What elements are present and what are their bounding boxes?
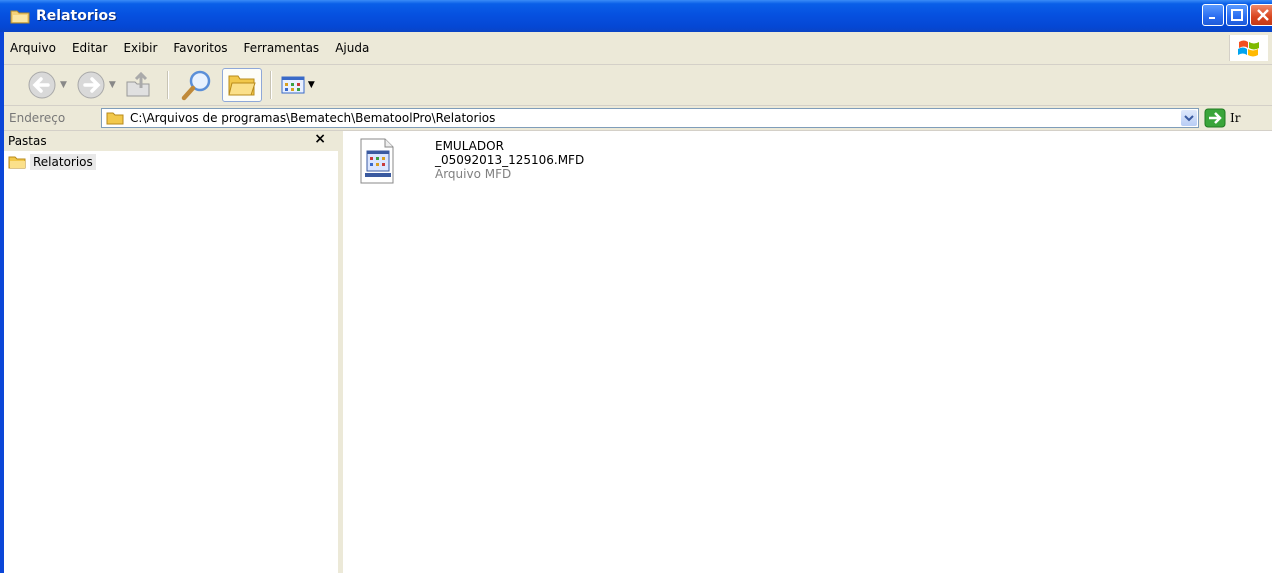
forward-icon	[77, 71, 105, 99]
back-icon	[28, 71, 56, 99]
folder-icon	[106, 112, 124, 125]
toolbar: ▼ ▼ ▼	[4, 65, 1272, 106]
folder-window-icon	[10, 8, 30, 24]
file-list: EMULADOR _05092013_125106.MFD Arquivo MF…	[343, 131, 1272, 573]
close-icon	[1257, 9, 1269, 21]
tree-item-relatorios[interactable]: Relatorios	[8, 153, 96, 171]
chevron-down-icon	[1184, 115, 1194, 122]
views-button[interactable]	[281, 67, 307, 103]
maximize-icon	[1231, 9, 1243, 21]
views-dropdown-icon[interactable]: ▼	[308, 80, 315, 90]
toolbar-separator	[269, 71, 272, 99]
menu-exibir[interactable]: Exibir	[115, 41, 165, 55]
address-field[interactable]: C:\Arquivos de programas\Bematech\Bemato…	[101, 108, 1199, 128]
address-label: Endereço	[9, 111, 66, 125]
menu-ajuda[interactable]: Ajuda	[327, 41, 377, 55]
window-title: Relatorios	[36, 8, 117, 24]
back-button[interactable]	[26, 67, 58, 103]
go-label: Ir	[1230, 111, 1241, 125]
forward-dropdown-icon[interactable]: ▼	[109, 80, 116, 90]
title-bar[interactable]: Relatorios	[0, 0, 1272, 32]
minimize-button[interactable]	[1202, 4, 1224, 26]
up-button[interactable]	[124, 67, 154, 103]
go-button[interactable]: Ir	[1204, 108, 1240, 128]
search-icon	[181, 70, 211, 101]
menu-favoritos[interactable]: Favoritos	[165, 41, 235, 55]
toolbar-separator	[166, 71, 169, 99]
search-button[interactable]	[180, 67, 214, 103]
tree-item-label: Relatorios	[30, 154, 96, 170]
file-name-line2: _05092013_125106.MFD	[435, 153, 585, 167]
file-item[interactable]: EMULADOR _05092013_125106.MFD Arquivo MF…	[359, 137, 584, 185]
menu-arquivo[interactable]: Arquivo	[4, 41, 64, 55]
close-button[interactable]	[1250, 4, 1272, 26]
forward-button[interactable]	[75, 67, 107, 103]
views-icon	[281, 76, 305, 94]
minimize-icon	[1209, 17, 1215, 19]
back-dropdown-icon[interactable]: ▼	[60, 80, 67, 90]
folders-pane-header: Pastas ×	[4, 131, 338, 151]
go-arrow-icon	[1204, 108, 1226, 128]
address-bar: Endereço C:\Arquivos de programas\Bemate…	[4, 106, 1272, 131]
file-name-line1: EMULADOR	[435, 139, 504, 153]
up-folder-icon	[126, 71, 150, 97]
address-dropdown-button[interactable]	[1181, 110, 1197, 126]
folders-pane-title: Pastas	[8, 134, 47, 148]
windows-logo-icon	[1229, 35, 1268, 61]
menu-bar: Arquivo Editar Exibir Favoritos Ferramen…	[4, 32, 1272, 65]
file-type: Arquivo MFD	[435, 167, 512, 181]
close-pane-icon[interactable]: ×	[314, 131, 326, 147]
menu-editar[interactable]: Editar	[64, 41, 116, 55]
folder-icon	[8, 156, 26, 169]
menu-ferramentas[interactable]: Ferramentas	[236, 41, 328, 55]
explorer-window: Relatorios Arquivo Editar Exibir Favorit…	[0, 0, 1272, 573]
folders-icon	[228, 75, 256, 96]
address-path: C:\Arquivos de programas\Bematech\Bemato…	[130, 111, 496, 125]
folders-button[interactable]	[221, 68, 262, 102]
folders-pane: Pastas × Relatorios	[4, 131, 343, 573]
maximize-button[interactable]	[1226, 4, 1248, 26]
mfd-file-icon	[359, 137, 395, 185]
